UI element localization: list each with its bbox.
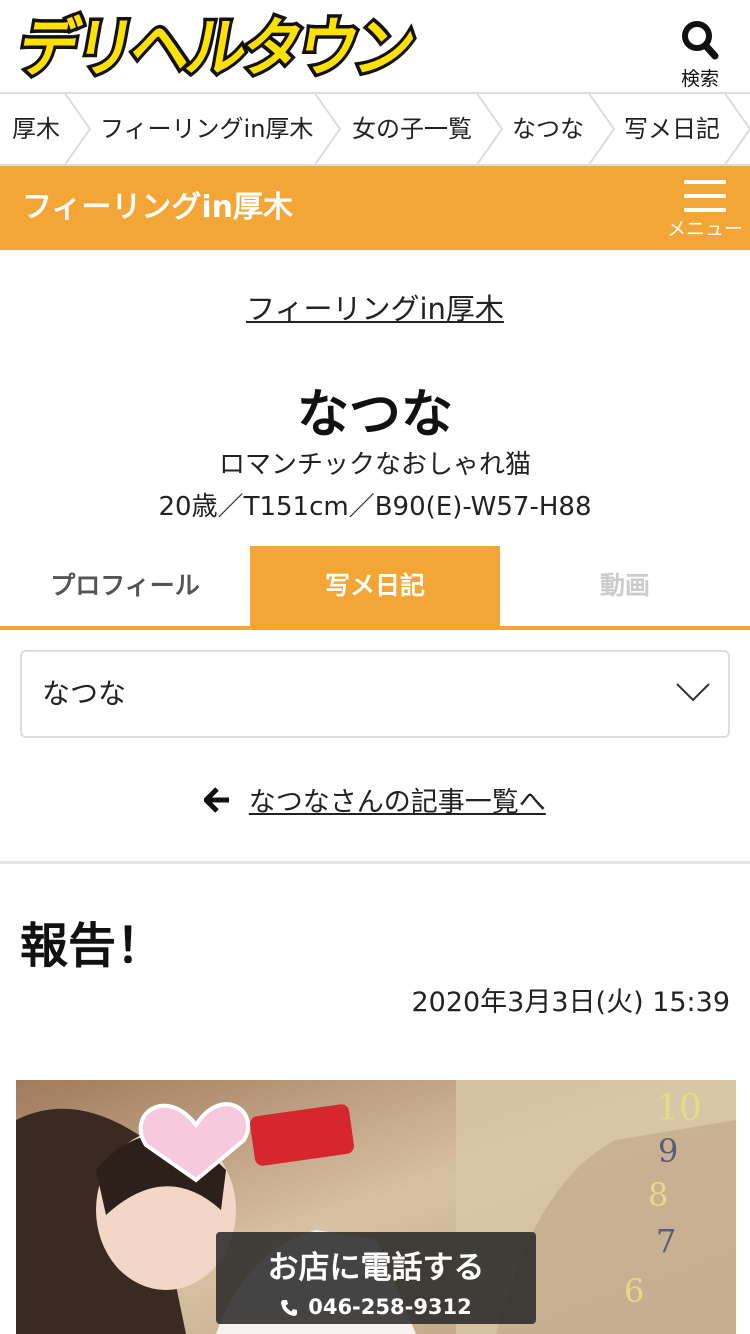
search-button[interactable]: 検索 — [668, 18, 732, 90]
svg-text:10: 10 — [656, 1088, 702, 1129]
shop-link: フィーリングin厚木 — [0, 286, 750, 328]
tab-movie: 動画 — [599, 571, 650, 600]
breadcrumb-item-diary[interactable]: 写メ日記 — [624, 94, 720, 164]
breadcrumb-separator-icon — [724, 94, 750, 164]
shop-link-text[interactable]: フィーリングin厚木 — [246, 292, 504, 326]
call-number-text: 046-258-9312 — [308, 1295, 472, 1319]
tab-profile[interactable]: プロフィール — [0, 546, 250, 626]
back-link-text: なつなさんの記事一覧へ — [248, 787, 546, 818]
breadcrumb-separator-icon — [64, 94, 92, 164]
girl-select[interactable]: なつな — [20, 650, 730, 738]
breadcrumb-item-girl[interactable]: なつな — [512, 94, 584, 164]
post-date: 2020年3月3日(火) 15:39 — [411, 987, 730, 1018]
svg-text:6: 6 — [624, 1272, 644, 1310]
breadcrumb-separator-icon — [476, 94, 504, 164]
site-logo-text: デリヘルタウン — [13, 11, 419, 84]
menu-label: メニュー — [666, 218, 743, 240]
call-label: お店に電話する — [267, 1250, 485, 1286]
girl-tabs: プロフィール 写メ日記 動画 — [0, 546, 750, 630]
post-title: 報告！ — [20, 918, 165, 974]
shop-bar: フィーリングin厚木 メニュー — [0, 166, 750, 250]
breadcrumb-item-girls[interactable]: 女の子一覧 — [352, 94, 472, 164]
breadcrumb-item-shop[interactable]: フィーリングin厚木 — [100, 94, 313, 164]
svg-text:7: 7 — [656, 1222, 676, 1260]
menu-button[interactable]: メニュー — [666, 180, 744, 246]
girl-catchcopy: ロマンチックなおしゃれ猫 — [218, 450, 531, 480]
tab-diary[interactable]: 写メ日記 — [250, 546, 500, 626]
call-number: 046-258-9312 — [216, 1295, 536, 1319]
breadcrumb-item-area[interactable]: 厚木 — [12, 94, 60, 164]
breadcrumb: 厚木 フィーリングin厚木 女の子一覧 なつな 写メ日記 — [0, 92, 750, 166]
girl-specs: 20歳／T151cm／B90(E)-W57-H88 — [158, 492, 592, 522]
site-header: デリヘルタウン 検索 — [0, 0, 750, 92]
arrow-left-icon — [204, 786, 230, 813]
divider — [0, 861, 750, 864]
breadcrumb-separator-icon — [314, 94, 342, 164]
back-to-articles-link[interactable]: なつなさんの記事一覧へ — [0, 780, 750, 819]
svg-text:9: 9 — [658, 1132, 678, 1170]
shop-bar-title[interactable]: フィーリングin厚木 — [22, 166, 293, 250]
girl-select-value: なつな — [42, 677, 127, 710]
search-label: 検索 — [680, 68, 719, 90]
call-shop-button[interactable]: お店に電話する 046-258-9312 — [216, 1232, 536, 1324]
phone-icon — [281, 1300, 298, 1316]
chevron-down-icon — [676, 683, 710, 702]
girl-name: なつな — [296, 385, 453, 445]
svg-text:8: 8 — [648, 1176, 668, 1214]
hamburger-icon — [666, 180, 744, 212]
breadcrumb-separator-icon — [588, 94, 616, 164]
site-logo[interactable]: デリヘルタウン — [8, 10, 420, 84]
search-icon — [682, 21, 719, 60]
